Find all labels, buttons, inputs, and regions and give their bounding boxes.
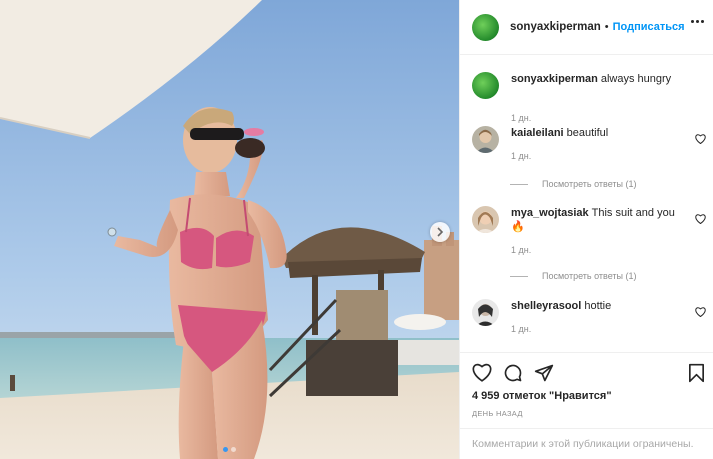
comment-username[interactable]: kaialeilani [511,127,564,139]
next-slide-button[interactable] [430,222,450,242]
share-icon[interactable] [534,363,554,383]
instagram-post: sonyaxkiperman • Подписаться sonyaxkiper… [0,0,713,459]
heart-icon[interactable] [472,363,492,382]
bookmark-icon[interactable] [688,363,705,383]
carousel-dot-1 [223,447,228,452]
comment-time[interactable]: 1 дн. [511,245,531,255]
header-separator: • [604,21,609,33]
comment-time[interactable]: 1 дн. [511,151,531,161]
like-comment-icon[interactable] [695,134,706,144]
author-avatar[interactable] [472,13,499,41]
chevron-right-icon [437,227,444,237]
like-comment-icon[interactable] [695,214,706,224]
view-replies-button[interactable]: Посмотреть ответы (1) [510,179,637,189]
comments-restricted-notice: Комментарии к этой публикации ограничены… [460,428,713,459]
carousel-indicator [0,447,459,452]
post-header: sonyaxkiperman • Подписаться [460,0,713,55]
avatar[interactable] [472,126,499,153]
view-replies-label: Посмотреть ответы (1) [542,271,637,281]
comment-text: shelleyrasool hottie [511,299,691,313]
comment-body: hottie [584,300,612,312]
comment-body: always hungry [600,73,672,85]
avatar[interactable] [472,206,499,233]
comment-username[interactable]: sonyaxkiperman [511,73,598,85]
beach-photo [0,0,459,459]
comment-username[interactable]: mya_wojtasiak [511,207,589,219]
more-options-icon[interactable] [691,20,704,23]
carousel-dot-2 [231,447,236,452]
avatar[interactable] [472,72,499,99]
comment-text: kaialeilani beautiful [511,126,691,140]
view-replies-button[interactable]: Посмотреть ответы (1) [510,271,637,281]
avatar[interactable] [472,299,499,326]
comment-body: beautiful [566,127,609,139]
post-side-panel: sonyaxkiperman • Подписаться sonyaxkiper… [459,0,713,459]
like-comment-icon[interactable] [695,307,706,317]
post-actions: 4 959 отметок "Нравится" ДЕНЬ НАЗАД [460,352,713,418]
view-replies-label: Посмотреть ответы (1) [542,179,637,189]
post-date[interactable]: ДЕНЬ НАЗАД [472,409,523,418]
follow-button[interactable]: Подписаться [613,21,685,33]
comment-time[interactable]: 1 дн. [511,324,531,334]
comment-text: mya_wojtasiak This suit and you 🔥 [511,206,691,234]
author-username[interactable]: sonyaxkiperman [510,21,601,33]
replies-divider [510,183,528,185]
comment-icon[interactable] [503,363,523,383]
likes-count[interactable]: 4 959 отметок "Нравится" [472,390,612,402]
comment-text: sonyaxkiperman always hungry [511,72,691,86]
comment-time[interactable]: 1 дн. [511,113,531,123]
replies-divider [510,275,528,277]
comment-username[interactable]: shelleyrasool [511,300,581,312]
post-photo [0,0,459,459]
